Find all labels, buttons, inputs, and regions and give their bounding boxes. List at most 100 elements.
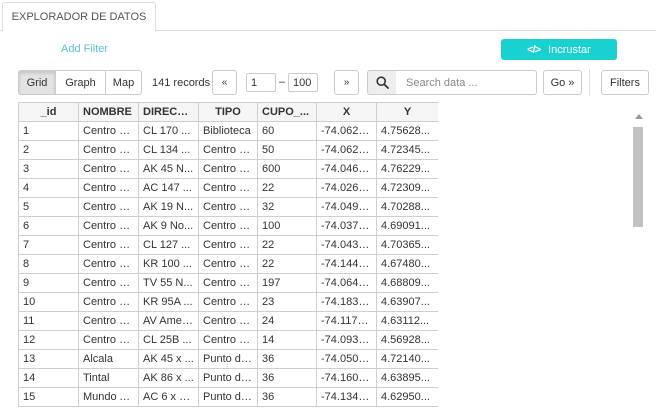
table-cell: 100 <box>257 216 317 236</box>
table-cell: 1 <box>18 121 79 141</box>
table-row[interactable]: 5 Centro C... AK 19 N... Centro C... 32 -74.0… <box>18 197 438 217</box>
page-from-input[interactable] <box>246 73 276 92</box>
table-row[interactable]: 14 Tintal AK 86 x ... Punto de... 36 -74.1605… <box>18 368 438 388</box>
table-cell: 23 <box>257 292 317 312</box>
table-row[interactable]: 13 Alcala AK 45 x ... Punto de... 36 -74.0505… <box>18 349 438 369</box>
table-cell: 32 <box>257 197 317 217</box>
table-row[interactable]: 3 Centro C... AK 45 N... Centro C... 600 -74.… <box>18 159 438 179</box>
table-cell: 4.75628... <box>376 121 438 141</box>
table-cell: 4.63907... <box>376 292 438 312</box>
column-header[interactable]: _id <box>18 102 79 122</box>
search-input[interactable] <box>396 70 537 95</box>
table-cell: Centro C... <box>198 254 258 274</box>
table-cell: AK 86 x ... <box>138 368 199 388</box>
table-cell: AK 9 No... <box>138 216 199 236</box>
table-cell: 10 <box>18 292 79 312</box>
table-row[interactable]: 8 Centro C... KR 100 ... Centro C... 22 -74.1… <box>18 254 438 274</box>
table-cell: Punto de... <box>198 349 258 369</box>
table-row[interactable]: 4 Centro C... AC 147 ... Centro C... 22 -74.0… <box>18 178 438 198</box>
table-row[interactable]: 12 Centro C... CL 25B ... Centro C... 14 -74.… <box>18 330 438 350</box>
prev-page-button[interactable]: « <box>212 70 237 95</box>
table-cell: -74.0642... <box>316 273 377 293</box>
scroll-thumb[interactable] <box>633 127 643 227</box>
view-grid-button[interactable]: Grid <box>18 70 56 95</box>
table-cell: Biblioteca <box>198 121 258 141</box>
column-header[interactable]: CUPO_... <box>257 102 317 122</box>
table-cell: 6 <box>18 216 79 236</box>
table-cell: 36 <box>257 387 317 407</box>
search-icon[interactable] <box>367 70 397 95</box>
table-cell: -74.1343... <box>316 387 377 407</box>
table-cell: Centro C... <box>78 273 139 293</box>
scroll-up-arrow-icon[interactable] <box>635 114 643 119</box>
next-page-button[interactable]: » <box>334 70 359 95</box>
table-cell: KR 95A ... <box>138 292 199 312</box>
table-row[interactable]: 9 Centro C... TV 55 N... Centro C... 197 -74.… <box>18 273 438 293</box>
table-cell: -74.0493... <box>316 197 377 217</box>
table-row[interactable]: 7 Centro C... CL 127 ... Centro C... 22 -74.0… <box>18 235 438 255</box>
filters-button[interactable]: Filters <box>601 70 649 95</box>
record-count: 141 records <box>152 77 211 89</box>
table-cell: 50 <box>257 140 317 160</box>
table-cell: Punto de... <box>198 387 258 407</box>
vertical-scrollbar[interactable] <box>631 110 645 408</box>
table-cell: 2 <box>18 140 79 160</box>
table-cell: Centro C... <box>198 292 258 312</box>
table-cell: -74.1605... <box>316 368 377 388</box>
column-header[interactable]: DIRECC... <box>138 102 199 122</box>
table-cell: TV 55 N... <box>138 273 199 293</box>
code-icon: </> <box>527 43 541 56</box>
tab-data-explorer[interactable]: EXPLORADOR DE DATOS <box>2 2 156 32</box>
table-cell: 4.63895... <box>376 368 438 388</box>
table-cell: Centro C... <box>78 216 139 236</box>
table-cell: 4.67480... <box>376 254 438 274</box>
table-cell: 36 <box>257 349 317 369</box>
column-header[interactable]: X <box>316 102 377 122</box>
table-cell: 4 <box>18 178 79 198</box>
table-cell: 4.69091... <box>376 216 438 236</box>
table-cell: 12 <box>18 330 79 350</box>
table-cell: Centro C... <box>78 197 139 217</box>
column-header[interactable]: NOMBRE <box>78 102 139 122</box>
table-cell: 4.70288... <box>376 197 438 217</box>
table-cell: AC 147 ... <box>138 178 199 198</box>
table-row[interactable]: 1 Centro C... CL 170 ... Biblioteca 60 -74.06… <box>18 121 438 141</box>
embed-button[interactable]: </> Incrustar <box>501 39 617 60</box>
table-cell: Centro C... <box>78 330 139 350</box>
table-cell: AK 45 x ... <box>138 349 199 369</box>
table-row[interactable]: 10 Centro C... KR 95A ... Centro C... 23 -74.… <box>18 292 438 312</box>
add-filter-link[interactable]: Add Filter <box>61 43 108 55</box>
column-header[interactable]: Y <box>376 102 438 122</box>
page-to-input[interactable] <box>288 73 318 92</box>
table-row[interactable]: 2 Centro C... CL 134 ... Centro C... 50 -74.0… <box>18 140 438 160</box>
view-map-button[interactable]: Map <box>105 70 142 95</box>
table-cell: -74.1444... <box>316 254 377 274</box>
table-cell: Centro C... <box>78 254 139 274</box>
table-row[interactable]: 15 Mundo A... AC 6 x K... Punto de... 36 -74.… <box>18 387 438 407</box>
table-cell: KR 100 ... <box>138 254 199 274</box>
table-cell: AV Amer... <box>138 311 199 331</box>
table-cell: Centro C... <box>78 121 139 141</box>
table-cell: Centro C... <box>198 311 258 331</box>
table-cell: -74.1174... <box>316 311 377 331</box>
table-cell: 9 <box>18 273 79 293</box>
table-row[interactable]: 11 Centro C... AV Amer... Centro C... 24 -74.… <box>18 311 438 331</box>
table-cell: 13 <box>18 349 79 369</box>
table-cell: 3 <box>18 159 79 179</box>
view-graph-button[interactable]: Graph <box>55 70 106 95</box>
table-cell: 4.70365... <box>376 235 438 255</box>
table-cell: AK 45 N... <box>138 159 199 179</box>
table-row[interactable]: 6 Centro C... AK 9 No... Centro C... 100 -74.… <box>18 216 438 236</box>
embed-button-label: Incrustar <box>548 43 591 56</box>
data-grid: _id NOMBRE DIRECC... TIPO CUPO_... X Y 1… <box>18 102 438 408</box>
column-header[interactable]: TIPO <box>198 102 258 122</box>
table-cell: 8 <box>18 254 79 274</box>
table-cell: 4.68809... <box>376 273 438 293</box>
data-table: _id NOMBRE DIRECC... TIPO CUPO_... X Y 1… <box>18 102 438 407</box>
table-cell: Centro C... <box>198 159 258 179</box>
table-cell: -74.0266... <box>316 178 377 198</box>
table-cell: Centro C... <box>198 216 258 236</box>
go-button[interactable]: Go » <box>543 70 582 95</box>
table-cell: -74.0505... <box>316 349 377 369</box>
table-cell: Centro C... <box>198 330 258 350</box>
